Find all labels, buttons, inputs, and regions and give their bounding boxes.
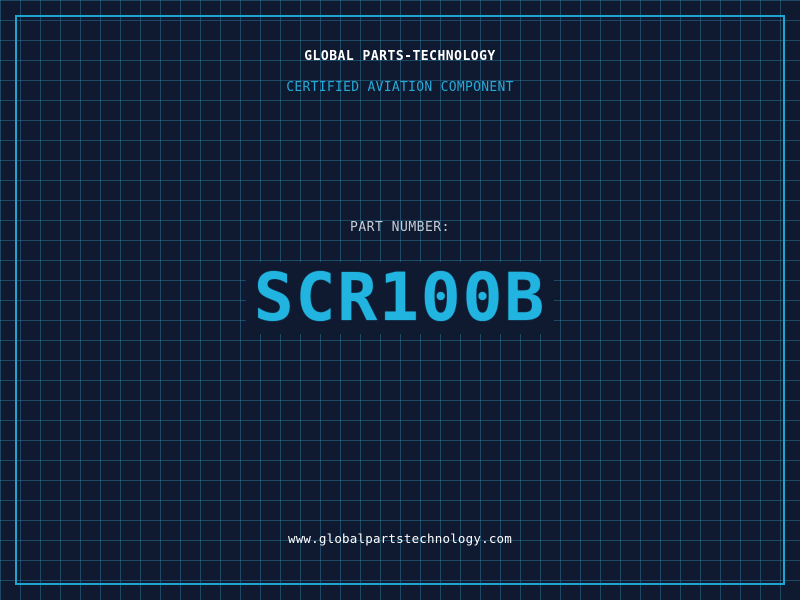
website-url: www.globalpartstechnology.com: [287, 531, 513, 546]
part-number-value: SCR100B: [245, 262, 555, 334]
certification-subtitle: CERTIFIED AVIATION COMPONENT: [286, 80, 514, 95]
part-number-block: SCR100B: [0, 262, 800, 342]
part-label-card: GLOBAL PARTS-TECHNOLOGY CERTIFIED AVIATI…: [0, 0, 800, 600]
part-number-label: PART NUMBER:: [350, 220, 450, 235]
company-name: GLOBAL PARTS-TECHNOLOGY: [304, 49, 496, 64]
